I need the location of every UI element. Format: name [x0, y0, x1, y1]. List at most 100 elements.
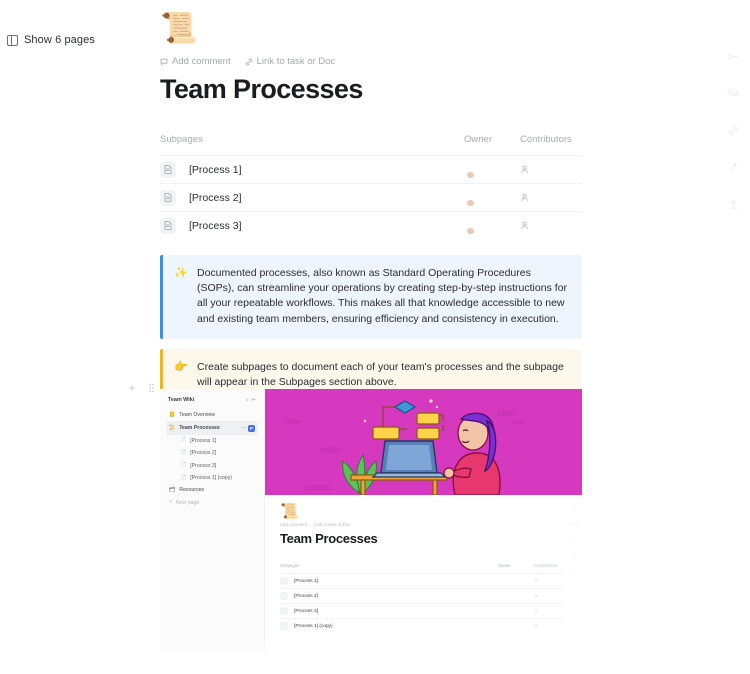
magic-wand-icon[interactable]: ✦ [573, 556, 577, 562]
page-doc-icon [280, 592, 288, 600]
page-doc-icon: 📄 [180, 449, 187, 456]
table-row[interactable]: [Process 3] [160, 211, 582, 239]
subpage-label: [Process 1] [189, 163, 242, 176]
page-doc-icon [160, 217, 176, 234]
page-doc-icon [160, 189, 176, 206]
link-icon[interactable] [723, 120, 743, 140]
sidebar-item-label: [Process 1] (copy) [190, 475, 233, 482]
contributors-cell: ☺ [534, 593, 539, 599]
mini-subpage-label: [Process 2] [294, 593, 318, 599]
collapse-width-icon[interactable] [723, 46, 743, 66]
sidebar-item-team-overview[interactable]: 📒 Team Overview [166, 409, 258, 421]
doc-meta-row: Add comment Link to task or Doc [160, 56, 582, 67]
table-row[interactable]: [Process 2] ☺ [280, 588, 564, 603]
person-outline-icon [521, 165, 528, 173]
person-outline-icon [521, 193, 528, 201]
sidebar-item-label: Team Processes [179, 425, 220, 432]
contributors-cell: ☺ [534, 578, 539, 584]
add-block-button[interactable]: + [126, 381, 138, 395]
column-header-contributors: Contributors [520, 134, 572, 145]
add-comment-label: Add comment [172, 56, 231, 67]
mini-subpages-header-row: Subpages Owner Contributors [280, 563, 564, 573]
link-to-task-button[interactable]: Link to task or Doc [245, 56, 336, 67]
mini-doc-body: 📜 Add comment Link to task or Doc Team P… [265, 495, 582, 633]
subpages-header-row: Subpages Owner Contributors [160, 134, 582, 155]
subpage-label: [Process 3] [189, 219, 242, 232]
more-options-icon[interactable]: ⋯ [241, 425, 246, 431]
sidebar-item-label: New page [175, 499, 200, 506]
show-pages-toggle[interactable]: Show 6 pages [7, 34, 95, 46]
add-comment-button[interactable]: Add comment [160, 56, 231, 67]
show-pages-label: Show 6 pages [24, 34, 95, 46]
contributors-cell: ☺ [534, 608, 539, 614]
sidebar-item-team-processes[interactable]: 📜 Team Processes ⋯ P [166, 421, 258, 435]
mini-sidebar: Team Wiki ⌕ ⇤ 📒 Team Overview 📜 Team Pro… [160, 389, 265, 651]
link-icon[interactable]: ⤵ [572, 539, 577, 546]
pointing-finger-emoji-icon: 👉 [174, 360, 188, 373]
collapse-icon[interactable]: ⇤ [252, 397, 256, 403]
mini-link-to-task-button[interactable]: Link to task or Doc [314, 522, 350, 527]
table-row[interactable]: [Process 1] [160, 155, 582, 183]
mini-subpage-label: [Process 1] (copy) [294, 623, 333, 629]
sidebar-item-label: Resources [179, 487, 205, 494]
table-row[interactable]: [Process 1] ☺ [280, 573, 564, 588]
page-doc-icon: 📄 [180, 462, 187, 469]
embedded-doc-screenshot[interactable]: Team Wiki ⌕ ⇤ 📒 Team Overview 📜 Team Pro… [160, 389, 582, 674]
upload-icon[interactable] [723, 194, 743, 214]
plus-icon: + [169, 499, 172, 506]
column-header-subpages: Subpages [160, 134, 203, 145]
mini-document: 📜 Add comment Link to task or Doc Team P… [265, 389, 582, 674]
magic-wand-icon[interactable] [723, 157, 743, 177]
sidebar-panel-icon [7, 34, 18, 46]
table-row[interactable]: [Process 3] ☺ [280, 603, 564, 618]
upload-icon[interactable]: ⇧ [573, 572, 577, 578]
font-size-icon[interactable]: Aa [723, 83, 743, 103]
column-header-owner: Owner [464, 134, 492, 145]
page-doc-icon [280, 607, 288, 615]
mini-right-toolbar: ⇥ Aa ⤵ ✦ ⇧ [572, 507, 578, 578]
cover-illustration [265, 389, 582, 495]
font-size-icon[interactable]: Aa [572, 523, 578, 529]
table-row[interactable]: [Process 1] (copy) ☺ [280, 618, 564, 633]
mini-column-header-subpages: Subpages [280, 563, 300, 568]
sidebar-item-process-1-copy[interactable]: 📄 [Process 1] (copy) [166, 472, 258, 484]
contributors-cell: ☺ [534, 623, 539, 629]
link-to-task-label: Link to task or Doc [256, 56, 336, 67]
contributors-cell[interactable] [520, 161, 582, 179]
sidebar-item-label: [Process 2] [190, 450, 217, 457]
mini-sidebar-title: Team Wiki [168, 397, 195, 403]
page-title[interactable]: Team Processes [160, 74, 582, 105]
folder-icon: 🗂 [169, 486, 176, 493]
search-icon[interactable]: ⌕ [246, 397, 249, 403]
contributors-cell[interactable] [520, 217, 582, 235]
table-row[interactable]: [Process 2] [160, 183, 582, 211]
subpage-label: [Process 2] [189, 191, 242, 204]
share-badge[interactable]: P [248, 424, 255, 432]
scroll-emoji-icon[interactable]: 📜 [160, 14, 582, 54]
callout-sops-info[interactable]: ✨ Documented processes, also known as St… [160, 255, 582, 339]
callout-text: Documented processes, also known as Stan… [197, 267, 567, 325]
sidebar-item-new-page[interactable]: + New page [166, 497, 258, 509]
mini-add-comment-button[interactable]: Add comment [280, 522, 307, 527]
mini-subpages-table: Subpages Owner Contributors [Process 1] … [280, 563, 582, 633]
sidebar-item-process-2[interactable]: 📄 [Process 2] [166, 447, 258, 459]
link-bolt-icon [245, 58, 252, 65]
scroll-emoji-icon: 📜 [280, 503, 299, 520]
collapse-width-icon[interactable]: ⇥ [573, 507, 577, 513]
sidebar-item-process-3[interactable]: 📄 [Process 3] [166, 460, 258, 472]
doc-editor-page: Show 6 pages Aa 📜 Add comment Link to ta… [0, 0, 750, 674]
person-outline-icon [521, 221, 528, 229]
page-doc-icon: 📄 [180, 437, 187, 444]
drag-handle[interactable] [145, 382, 157, 394]
sidebar-item-resources[interactable]: 🗂 Resources [166, 484, 258, 496]
block-tools: + [126, 381, 157, 395]
mini-page-title: Team Processes [280, 531, 378, 546]
right-toolbar: Aa [716, 46, 750, 214]
sidebar-item-label: [Process 3] [190, 462, 217, 469]
mini-doc-meta: Add comment Link to task or Doc [280, 522, 582, 527]
contributors-cell[interactable] [520, 189, 582, 207]
page-doc-icon [160, 161, 176, 178]
embedded-preview-block: + Team Wiki ⌕ ⇤ 📒 Team Overview 📜 Team P… [128, 381, 582, 674]
sidebar-item-label: [Process 1] [190, 437, 217, 444]
sidebar-item-process-1[interactable]: 📄 [Process 1] [166, 435, 258, 447]
